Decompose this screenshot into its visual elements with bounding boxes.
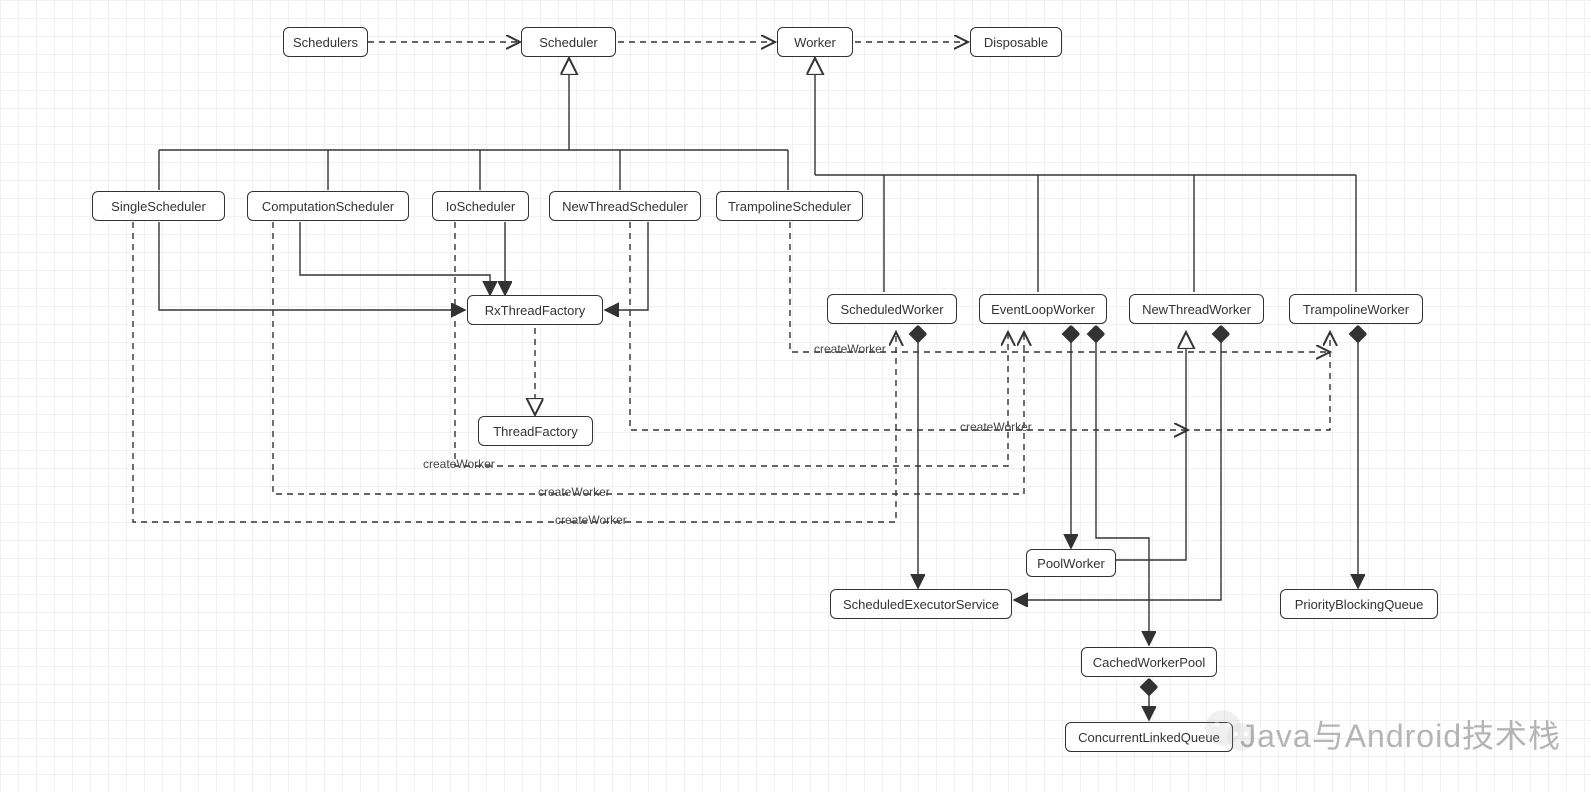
watermark-text: Java与Android技术栈 — [1240, 711, 1561, 757]
node-newthread-worker: NewThreadWorker — [1129, 294, 1264, 324]
edge-label-createworker-2: createWorker — [960, 420, 1032, 434]
label: ConcurrentLinkedQueue — [1078, 730, 1220, 745]
node-single-scheduler: SingleScheduler — [92, 191, 225, 221]
edge-label-createworker-1: createWorker — [814, 342, 886, 356]
label: Scheduler — [539, 35, 598, 50]
label: Disposable — [984, 35, 1048, 50]
node-newthread-scheduler: NewThreadScheduler — [549, 191, 701, 221]
label: ScheduledWorker — [840, 302, 943, 317]
node-eventloop-worker: EventLoopWorker — [979, 294, 1107, 324]
label: Worker — [794, 35, 836, 50]
node-disposable: Disposable — [970, 27, 1062, 57]
label: ThreadFactory — [493, 424, 578, 439]
label: SingleScheduler — [111, 199, 206, 214]
node-io-scheduler: IoScheduler — [432, 191, 529, 221]
connectors-layer — [0, 0, 1591, 792]
label: ComputationScheduler — [262, 199, 394, 214]
edge-label-createworker-3: createWorker — [423, 457, 495, 471]
label: Schedulers — [293, 35, 358, 50]
node-priority-blocking-queue: PriorityBlockingQueue — [1280, 589, 1438, 619]
label: NewThreadScheduler — [562, 199, 688, 214]
node-threadfactory: ThreadFactory — [478, 416, 593, 446]
edge-label-createworker-4: createWorker — [538, 485, 610, 499]
node-trampoline-worker: TrampolineWorker — [1289, 294, 1423, 324]
node-trampoline-scheduler: TrampolineScheduler — [716, 191, 863, 221]
label: TrampolineScheduler — [728, 199, 851, 214]
label: IoScheduler — [446, 199, 515, 214]
label: EventLoopWorker — [991, 302, 1095, 317]
edge-label-createworker-5: createWorker — [555, 513, 627, 527]
label: PriorityBlockingQueue — [1295, 597, 1424, 612]
label: CachedWorkerPool — [1093, 655, 1205, 670]
node-schedulers: Schedulers — [283, 27, 368, 57]
label: NewThreadWorker — [1142, 302, 1251, 317]
node-computation-scheduler: ComputationScheduler — [247, 191, 409, 221]
label: ScheduledExecutorService — [843, 597, 999, 612]
label: RxThreadFactory — [485, 303, 585, 318]
node-scheduler: Scheduler — [521, 27, 616, 57]
label: TrampolineWorker — [1303, 302, 1409, 317]
node-scheduled-executor-service: ScheduledExecutorService — [830, 589, 1012, 619]
label: PoolWorker — [1037, 556, 1105, 571]
node-cached-worker-pool: CachedWorkerPool — [1081, 647, 1217, 677]
node-pool-worker: PoolWorker — [1026, 549, 1116, 577]
node-worker: Worker — [777, 27, 853, 57]
node-rxthreadfactory: RxThreadFactory — [467, 295, 603, 325]
node-scheduled-worker: ScheduledWorker — [827, 294, 957, 324]
